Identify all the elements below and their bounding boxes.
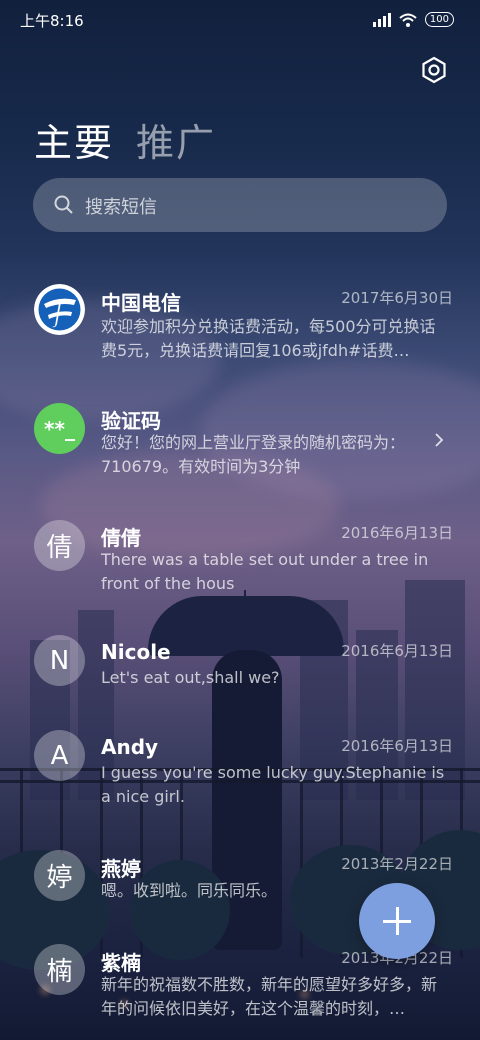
settings-icon[interactable] bbox=[420, 56, 448, 84]
contact-name: 验证码 bbox=[101, 409, 161, 433]
tab-bar: 主要 推广 bbox=[34, 112, 216, 167]
wifi-icon bbox=[399, 13, 417, 27]
message-date: 2017年6月30日 bbox=[341, 289, 453, 307]
contact-name: Andy bbox=[101, 735, 159, 759]
contact-avatar: 楠 bbox=[34, 944, 85, 995]
search-icon bbox=[54, 195, 73, 214]
telecom-logo-avatar bbox=[34, 284, 85, 335]
new-message-button[interactable] bbox=[359, 883, 435, 959]
contact-name: 中国电信 bbox=[101, 291, 181, 315]
search-placeholder: 搜索短信 bbox=[85, 197, 157, 218]
contact-avatar: N bbox=[34, 635, 85, 686]
signal-icon bbox=[372, 12, 391, 27]
contact-avatar: A bbox=[34, 730, 85, 781]
message-preview: I guess you're some lucky guy.Stephanie … bbox=[101, 763, 445, 806]
contact-avatar: 婷 bbox=[34, 850, 85, 901]
contact-avatar: 倩 bbox=[34, 520, 85, 571]
contact-name: 紫楠 bbox=[101, 951, 141, 975]
contact-name: 倩倩 bbox=[101, 526, 141, 550]
message-date: 2016年6月13日 bbox=[341, 524, 453, 542]
message-date: 2016年6月13日 bbox=[341, 737, 453, 755]
message-preview: 新年的祝福数不胜数，新年的愿望好多好多，新年的问候依旧美好，在这个温馨的时刻，… bbox=[101, 975, 438, 1018]
verification-code-avatar: **_ bbox=[34, 403, 85, 454]
chevron-right-icon[interactable] bbox=[432, 433, 446, 447]
battery-icon: 100 bbox=[424, 12, 454, 27]
status-time: 上午8:16 bbox=[20, 12, 84, 30]
messages-screen: 上午8:16 100 主要 推广 搜索短信 中国电信 2017年6月30日 欢迎… bbox=[0, 0, 480, 1040]
message-preview: 欢迎参加积分兑换话费活动，每500分可兑换话费5元，兑换话费请回复106或jfd… bbox=[101, 317, 436, 360]
status-bar: 上午8:16 100 bbox=[0, 0, 480, 40]
message-date: 2013年2月22日 bbox=[341, 855, 453, 873]
message-preview: 您好！您的网上营业厅登录的随机密码为：710679。有效时间为3分钟 bbox=[101, 433, 406, 476]
message-date: 2016年6月13日 bbox=[341, 642, 453, 660]
tab-promotions[interactable]: 推广 bbox=[136, 112, 216, 167]
contact-name: 燕婷 bbox=[101, 857, 141, 881]
contact-name: Nicole bbox=[101, 640, 171, 664]
search-input[interactable]: 搜索短信 bbox=[33, 178, 447, 232]
message-preview: There was a table set out under a tree i… bbox=[101, 550, 429, 593]
message-preview: Let's eat out,shall we? bbox=[101, 668, 280, 687]
tab-primary[interactable]: 主要 bbox=[34, 112, 114, 167]
